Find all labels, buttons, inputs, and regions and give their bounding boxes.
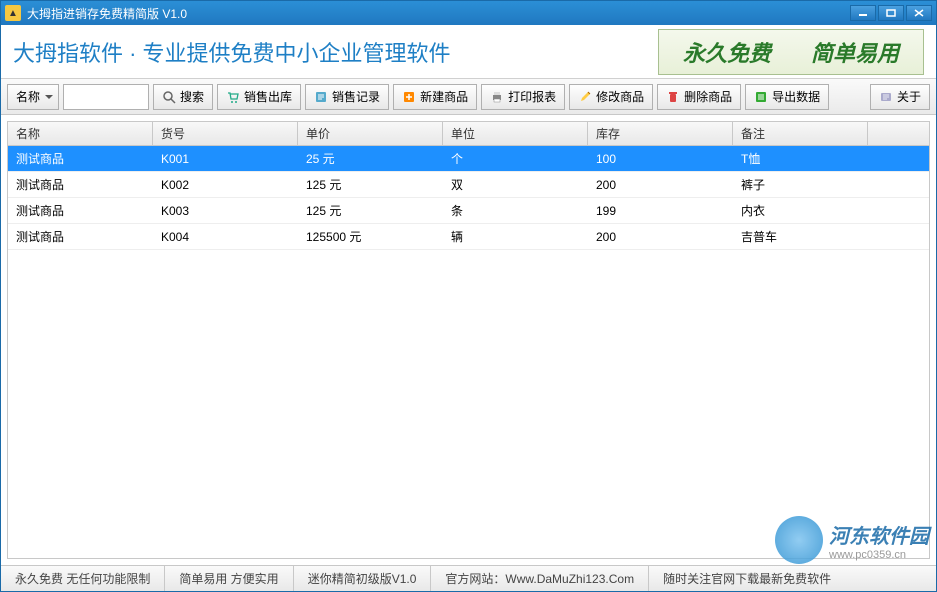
status-2: 简单易用 方便实用 (165, 566, 293, 591)
cell-name: 测试商品 (8, 224, 153, 249)
cell-price: 25 元 (298, 146, 443, 171)
cell-code: K003 (153, 198, 298, 223)
status-5: 随时关注官网下载最新免费软件 (649, 566, 936, 591)
grid-header: 名称 货号 单价 单位 库存 备注 (8, 122, 929, 146)
status-3: 迷你精简初级版V1.0 (294, 566, 432, 591)
cell-stock: 100 (588, 146, 733, 171)
cell-price: 125 元 (298, 172, 443, 197)
app-window: ▲ 大拇指进销存免费精简版 V1.0 大拇指软件 · 专业提供免费中小企业管理软… (0, 0, 937, 592)
filter-select[interactable]: 名称 (7, 84, 59, 110)
table-row[interactable]: 测试商品K003125 元条199内衣 (8, 198, 929, 224)
cell-code: K002 (153, 172, 298, 197)
about-button[interactable]: 关于 (870, 84, 930, 110)
cell-note: 裤子 (733, 172, 868, 197)
statusbar: 永久免费 无任何功能限制 简单易用 方便实用 迷你精简初级版V1.0 官方网站：… (1, 565, 936, 591)
col-code[interactable]: 货号 (153, 122, 298, 145)
cell-name: 测试商品 (8, 172, 153, 197)
about-icon (879, 90, 893, 104)
print-icon (490, 90, 504, 104)
search-input[interactable] (63, 84, 149, 110)
sales-record-button[interactable]: 销售记录 (305, 84, 389, 110)
titlebar[interactable]: ▲ 大拇指进销存免费精简版 V1.0 (1, 1, 936, 25)
cell-name: 测试商品 (8, 146, 153, 171)
delete-icon (666, 90, 680, 104)
grid-body: 测试商品K00125 元个100T恤测试商品K002125 元双200裤子测试商… (8, 146, 929, 250)
col-unit[interactable]: 单位 (443, 122, 588, 145)
col-price[interactable]: 单价 (298, 122, 443, 145)
status-4: 官方网站：Www.DaMuZhi123.Com (431, 566, 649, 591)
table-row[interactable]: 测试商品K004125500 元辆200吉普车 (8, 224, 929, 250)
header-title: 大拇指软件 · 专业提供免费中小企业管理软件 (13, 36, 658, 68)
banner-text-2: 简单易用 (811, 36, 899, 68)
content: 名称 货号 单价 单位 库存 备注 测试商品K00125 元个100T恤测试商品… (1, 115, 936, 565)
cell-unit: 辆 (443, 224, 588, 249)
cell-code: K001 (153, 146, 298, 171)
cell-price: 125500 元 (298, 224, 443, 249)
cell-stock: 200 (588, 172, 733, 197)
delete-product-button[interactable]: 删除商品 (657, 84, 741, 110)
app-icon: ▲ (5, 5, 21, 21)
cell-unit: 个 (443, 146, 588, 171)
search-button[interactable]: 搜索 (153, 84, 213, 110)
header: 大拇指软件 · 专业提供免费中小企业管理软件 永久免费 简单易用 (1, 25, 936, 79)
window-title: 大拇指进销存免费精简版 V1.0 (27, 5, 850, 22)
cell-note: T恤 (733, 146, 868, 171)
banner: 永久免费 简单易用 (658, 29, 924, 75)
maximize-button[interactable] (878, 5, 904, 21)
cell-note: 吉普车 (733, 224, 868, 249)
print-button[interactable]: 打印报表 (481, 84, 565, 110)
toolbar: 名称 搜索 销售出库 销售记录 新建商品 打印报表 修改商品 删除商品 (1, 79, 936, 115)
edit-product-button[interactable]: 修改商品 (569, 84, 653, 110)
status-1: 永久免费 无任何功能限制 (1, 566, 165, 591)
minimize-button[interactable] (850, 5, 876, 21)
export-icon (754, 90, 768, 104)
export-button[interactable]: 导出数据 (745, 84, 829, 110)
banner-text-1: 永久免费 (683, 36, 771, 68)
cell-stock: 200 (588, 224, 733, 249)
cell-note: 内衣 (733, 198, 868, 223)
sales-out-button[interactable]: 销售出库 (217, 84, 301, 110)
table-row[interactable]: 测试商品K002125 元双200裤子 (8, 172, 929, 198)
record-icon (314, 90, 328, 104)
new-icon (402, 90, 416, 104)
col-name[interactable]: 名称 (8, 122, 153, 145)
close-button[interactable] (906, 5, 932, 21)
cell-unit: 条 (443, 198, 588, 223)
cell-stock: 199 (588, 198, 733, 223)
col-note[interactable]: 备注 (733, 122, 868, 145)
cell-unit: 双 (443, 172, 588, 197)
product-grid: 名称 货号 单价 单位 库存 备注 测试商品K00125 元个100T恤测试商品… (7, 121, 930, 559)
new-product-button[interactable]: 新建商品 (393, 84, 477, 110)
search-icon (162, 90, 176, 104)
cell-code: K004 (153, 224, 298, 249)
table-row[interactable]: 测试商品K00125 元个100T恤 (8, 146, 929, 172)
cell-price: 125 元 (298, 198, 443, 223)
col-stock[interactable]: 库存 (588, 122, 733, 145)
cell-name: 测试商品 (8, 198, 153, 223)
cart-icon (226, 90, 240, 104)
edit-icon (578, 90, 592, 104)
